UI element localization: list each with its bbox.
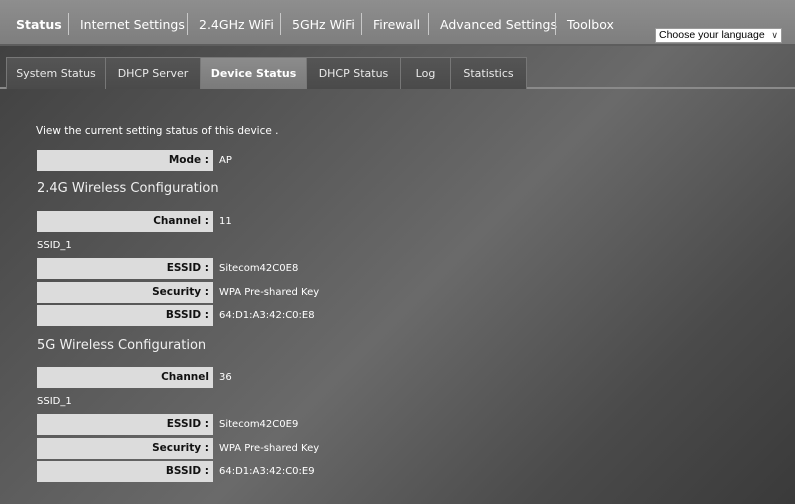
wifi5-ssid-label: SSID_1 xyxy=(37,396,72,407)
nav-internet-settings[interactable]: Internet Settings xyxy=(80,16,185,36)
nav-firewall[interactable]: Firewall xyxy=(373,16,420,36)
nav-advanced-settings[interactable]: Advanced Settings xyxy=(440,16,557,36)
wifi24-channel-label: Channel : xyxy=(37,211,213,232)
nav-divider xyxy=(555,13,556,35)
tab-statistics[interactable]: Statistics xyxy=(451,57,527,89)
wifi5-essid-label: ESSID : xyxy=(37,414,213,435)
nav-divider xyxy=(428,13,429,35)
wifi24-bssid-value: 64:D1:A3:42:C0:E8 xyxy=(219,310,315,321)
wifi24-security-label: Security : xyxy=(37,282,213,303)
wifi5-channel-label: Channel xyxy=(37,367,213,388)
tab-dhcp-status[interactable]: DHCP Status xyxy=(307,57,401,89)
nav-divider xyxy=(187,13,188,35)
wifi5-security-label: Security : xyxy=(37,438,213,459)
wifi5-bssid-value: 64:D1:A3:42:C0:E9 xyxy=(219,466,315,477)
sub-tabs: System Status DHCP Server Device Status … xyxy=(0,57,795,89)
wifi24-security-value: WPA Pre-shared Key xyxy=(219,287,320,298)
wifi5-bssid-label: BSSID : xyxy=(37,461,213,482)
wifi24-essid-label: ESSID : xyxy=(37,258,213,279)
tab-dhcp-server[interactable]: DHCP Server xyxy=(106,57,201,89)
tab-system-status[interactable]: System Status xyxy=(6,57,106,89)
wifi24-section-title: 2.4G Wireless Configuration xyxy=(37,181,219,196)
mode-label: Mode : xyxy=(37,150,213,171)
nav-toolbox[interactable]: Toolbox xyxy=(567,16,614,36)
nav-24ghz-wifi[interactable]: 2.4GHz WiFi xyxy=(199,16,274,36)
wifi24-ssid-label: SSID_1 xyxy=(37,240,72,251)
nav-divider xyxy=(361,13,362,35)
nav-divider xyxy=(68,13,69,35)
wifi5-section-title: 5G Wireless Configuration xyxy=(37,338,207,353)
language-select-value: Choose your language xyxy=(659,29,765,41)
nav-divider xyxy=(280,13,281,35)
wifi5-essid-value: Sitecom42C0E9 xyxy=(219,419,299,430)
wifi24-channel-value: 11 xyxy=(219,216,232,227)
nav-5ghz-wifi[interactable]: 5GHz WiFi xyxy=(292,16,355,36)
chevron-down-icon: ∨ xyxy=(771,30,778,40)
language-select[interactable]: Choose your language ∨ xyxy=(655,28,782,43)
tab-device-status[interactable]: Device Status xyxy=(201,57,307,89)
tab-log[interactable]: Log xyxy=(401,57,451,89)
wifi5-security-value: WPA Pre-shared Key xyxy=(219,443,320,454)
intro-text: View the current setting status of this … xyxy=(36,125,279,137)
nav-status[interactable]: Status xyxy=(16,16,62,36)
wifi24-bssid-label: BSSID : xyxy=(37,305,213,326)
mode-value: AP xyxy=(219,155,232,166)
wifi24-essid-value: Sitecom42C0E8 xyxy=(219,263,299,274)
wifi5-channel-value: 36 xyxy=(219,372,232,383)
top-navigation: Status Internet Settings 2.4GHz WiFi 5GH… xyxy=(0,0,795,46)
